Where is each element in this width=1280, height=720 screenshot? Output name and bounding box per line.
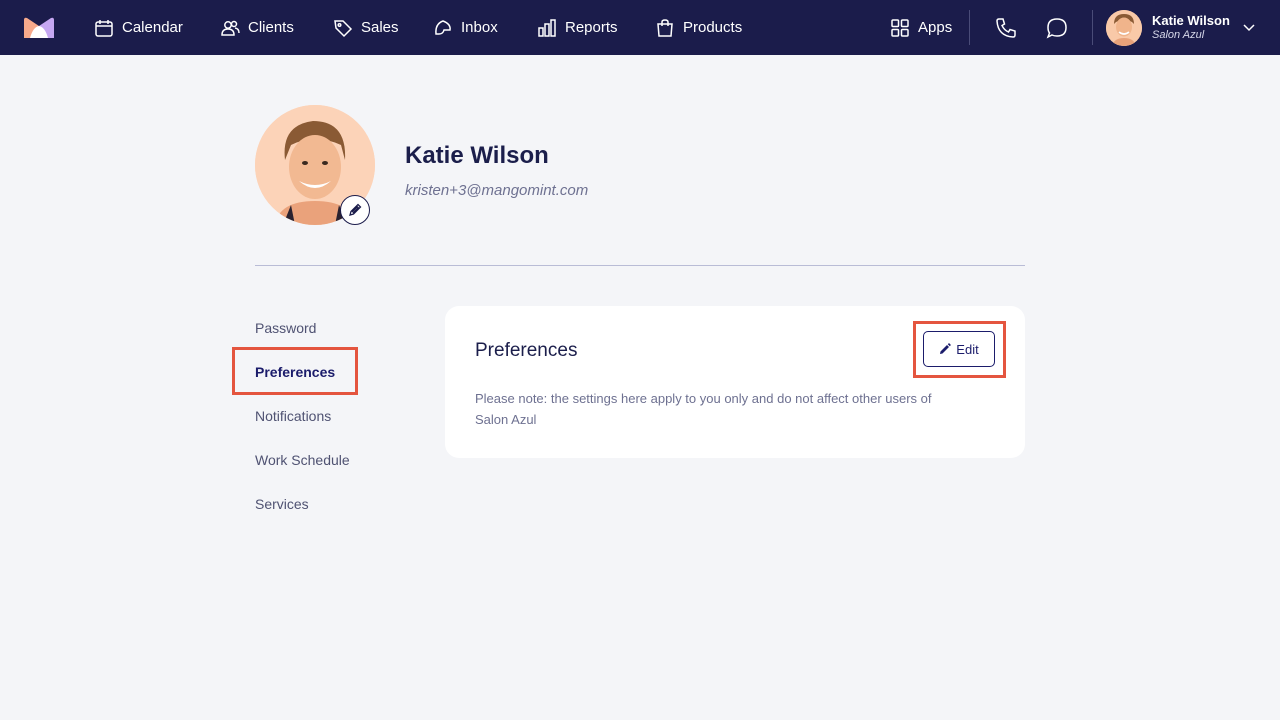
card-note: Please note: the settings here apply to … xyxy=(475,391,932,427)
grid-icon xyxy=(891,18,909,37)
nav-inbox[interactable]: Inbox xyxy=(433,0,498,55)
user-portrait-icon xyxy=(1106,9,1142,46)
nav-calendar[interactable]: Calendar xyxy=(94,0,183,55)
nav-apps[interactable]: Apps xyxy=(890,0,952,55)
edit-button[interactable]: Edit xyxy=(923,331,995,367)
card-title: Preferences xyxy=(475,340,578,361)
inbox-icon xyxy=(435,19,451,35)
nav-sales[interactable]: Sales xyxy=(333,0,399,55)
nav-label: Reports xyxy=(565,19,618,36)
side-menu-notifications[interactable]: Notifications xyxy=(255,408,331,424)
nav-reports[interactable]: Reports xyxy=(537,0,618,55)
phone-icon[interactable] xyxy=(994,16,1018,40)
nav-label: Inbox xyxy=(461,19,498,36)
edit-button-label: Edit xyxy=(956,341,979,357)
nav-label: Calendar xyxy=(122,19,183,36)
nav-label: Products xyxy=(683,19,743,36)
edit-avatar-button[interactable] xyxy=(340,195,370,225)
nav-label: Apps xyxy=(918,19,953,36)
side-menu-preferences[interactable]: Preferences xyxy=(255,364,335,380)
top-navigation-bar: Calendar Clients Sales Inbox Reports Pro… xyxy=(0,0,1280,55)
mangomint-logo-icon[interactable] xyxy=(24,17,54,38)
user-menu[interactable]: Katie Wilson Salon Azul xyxy=(1106,0,1262,55)
pencil-icon xyxy=(349,203,362,216)
nav-divider xyxy=(1092,10,1093,45)
user-org: Salon Azul xyxy=(1152,28,1205,41)
profile-email: kristen+3@mangomint.com xyxy=(405,182,589,199)
profile-name: Katie Wilson xyxy=(405,142,549,169)
bar-chart-icon xyxy=(538,18,556,37)
chevron-down-icon xyxy=(1243,24,1255,32)
pencil-icon xyxy=(940,343,952,354)
nav-products[interactable]: Products xyxy=(655,0,742,55)
nav-clients[interactable]: Clients xyxy=(220,0,294,55)
side-menu-work-schedule[interactable]: Work Schedule xyxy=(255,452,350,468)
side-menu-services[interactable]: Services xyxy=(255,496,309,512)
section-divider xyxy=(255,265,1025,266)
nav-divider xyxy=(969,10,970,45)
calendar-icon xyxy=(95,19,113,37)
user-name: Katie Wilson xyxy=(1152,12,1230,28)
nav-label: Clients xyxy=(248,19,294,36)
side-menu-password[interactable]: Password xyxy=(255,320,316,336)
preferences-card: Preferences Edit Please note: the settin… xyxy=(445,306,1025,458)
users-icon xyxy=(221,20,240,36)
shopping-bag-icon xyxy=(657,18,673,37)
nav-label: Sales xyxy=(361,19,399,36)
avatar xyxy=(1106,9,1142,46)
tag-icon xyxy=(334,19,353,37)
chat-bubble-icon[interactable] xyxy=(1045,16,1069,40)
